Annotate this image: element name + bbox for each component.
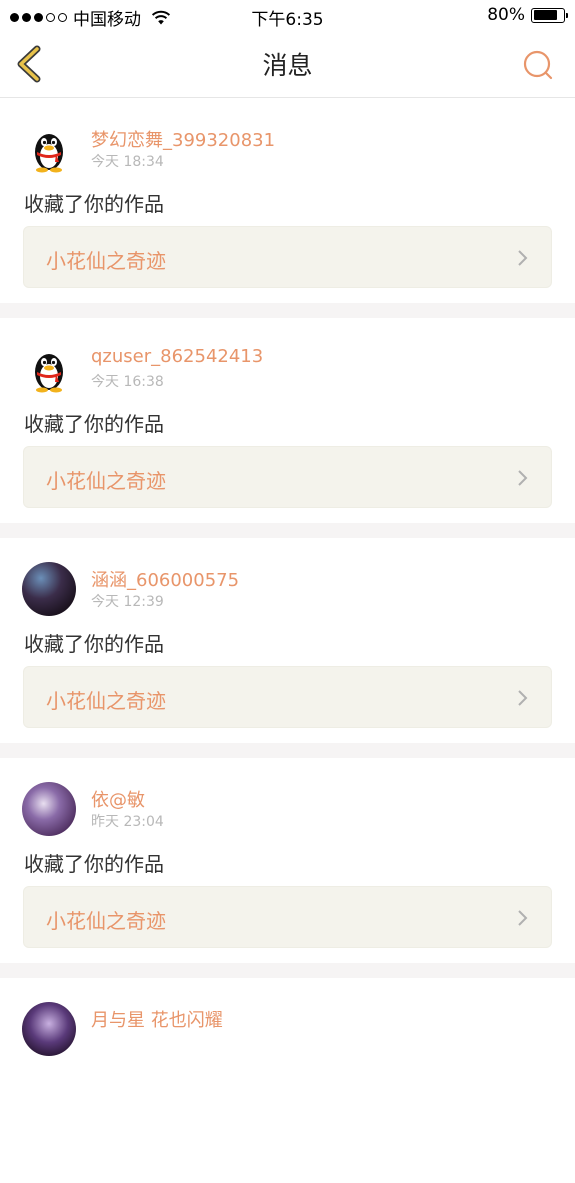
chevron-right-icon bbox=[518, 690, 528, 706]
message-time: 今天 12:39 bbox=[91, 594, 164, 610]
message-item: 梦幻恋舞_399320831 今天 18:34 收藏了你的作品 小花仙之奇迹 bbox=[0, 98, 575, 303]
nav-bar: 消息 bbox=[0, 32, 575, 98]
work-link[interactable]: 小花仙之奇迹 bbox=[23, 226, 552, 288]
work-link[interactable]: 小花仙之奇迹 bbox=[23, 446, 552, 508]
message-time: 今天 18:34 bbox=[91, 154, 164, 170]
work-title: 小花仙之奇迹 bbox=[46, 909, 166, 933]
message-action: 收藏了你的作品 bbox=[24, 632, 164, 656]
work-title: 小花仙之奇迹 bbox=[46, 689, 166, 713]
status-right: 80% bbox=[487, 5, 568, 25]
username[interactable]: 依@敏 bbox=[91, 786, 145, 812]
message-item: qzuser_862542413 今天 16:38 收藏了你的作品 小花仙之奇迹 bbox=[0, 318, 575, 523]
divider bbox=[0, 743, 575, 758]
avatar[interactable] bbox=[22, 1002, 76, 1056]
battery-percent: 80% bbox=[487, 5, 525, 25]
message-action: 收藏了你的作品 bbox=[24, 852, 164, 876]
username[interactable]: 涵涵_606000575 bbox=[91, 566, 239, 592]
message-action: 收藏了你的作品 bbox=[24, 412, 164, 436]
chevron-right-icon bbox=[518, 470, 528, 486]
message-time: 今天 16:38 bbox=[91, 374, 164, 390]
work-title: 小花仙之奇迹 bbox=[46, 469, 166, 493]
message-action: 收藏了你的作品 bbox=[24, 192, 164, 216]
divider bbox=[0, 303, 575, 318]
avatar[interactable] bbox=[22, 782, 76, 836]
work-link[interactable]: 小花仙之奇迹 bbox=[23, 666, 552, 728]
search-icon[interactable] bbox=[521, 48, 555, 82]
message-item: 月与星 花也闪耀 bbox=[0, 978, 575, 1183]
page-title: 消息 bbox=[262, 51, 313, 80]
work-link[interactable]: 小花仙之奇迹 bbox=[23, 886, 552, 948]
message-time: 昨天 23:04 bbox=[91, 814, 164, 830]
work-title: 小花仙之奇迹 bbox=[46, 249, 166, 273]
username[interactable]: 梦幻恋舞_399320831 bbox=[91, 126, 275, 152]
avatar[interactable] bbox=[22, 342, 76, 396]
message-item: 依@敏 昨天 23:04 收藏了你的作品 小花仙之奇迹 bbox=[0, 758, 575, 963]
avatar[interactable] bbox=[22, 562, 76, 616]
username[interactable]: 月与星 花也闪耀 bbox=[91, 1006, 223, 1032]
divider bbox=[0, 523, 575, 538]
username[interactable]: qzuser_862542413 bbox=[91, 346, 263, 367]
qq-penguin-icon bbox=[35, 354, 63, 393]
chevron-right-icon bbox=[518, 250, 528, 266]
chevron-right-icon bbox=[518, 910, 528, 926]
status-bar: 中国移动 下午6:35 80% bbox=[0, 0, 575, 32]
qq-penguin-icon bbox=[35, 134, 63, 173]
message-item: 涵涵_606000575 今天 12:39 收藏了你的作品 小花仙之奇迹 bbox=[0, 538, 575, 743]
battery-icon bbox=[531, 7, 568, 23]
message-list: 梦幻恋舞_399320831 今天 18:34 收藏了你的作品 小花仙之奇迹 q… bbox=[0, 98, 575, 1183]
avatar[interactable] bbox=[22, 122, 76, 176]
divider bbox=[0, 963, 575, 978]
